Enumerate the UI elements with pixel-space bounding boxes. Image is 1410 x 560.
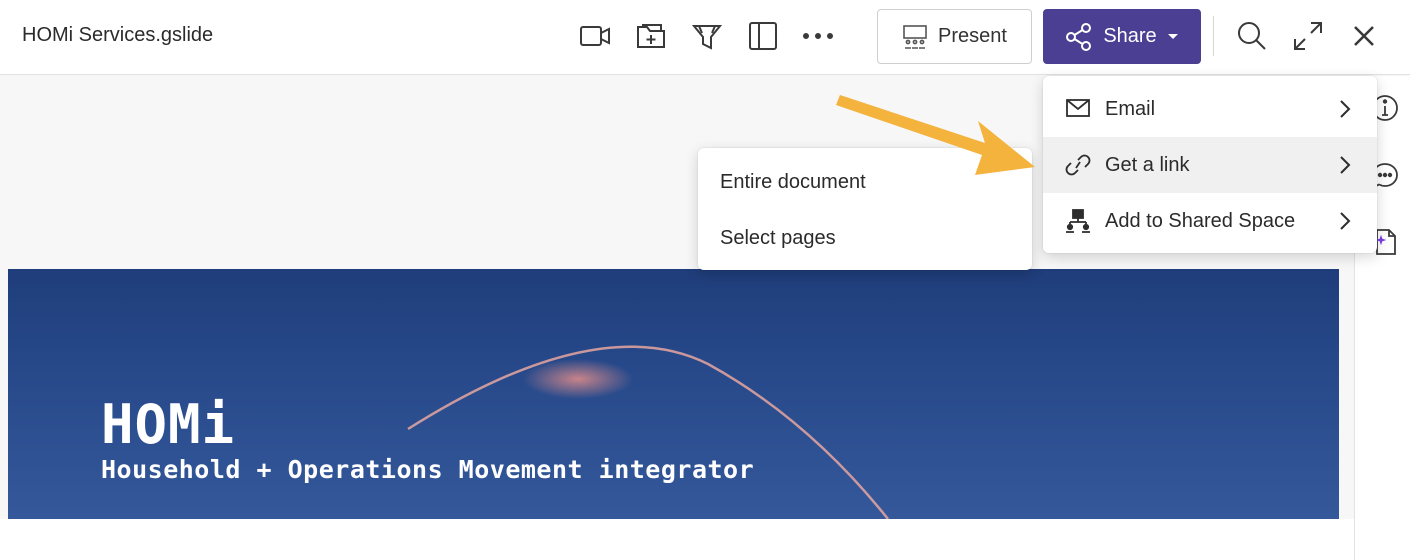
toolbar-divider — [1213, 16, 1214, 56]
sidebar-panel-icon[interactable] — [745, 18, 781, 54]
share-icon — [1066, 22, 1092, 51]
entire-document-option[interactable]: Entire document — [698, 153, 1032, 209]
email-label: Email — [1105, 97, 1156, 120]
link-icon — [1065, 153, 1091, 177]
presenter-icon — [903, 24, 927, 49]
share-dropdown-menu: Email Get a link Add to Shared Space — [1043, 76, 1377, 253]
search-icon[interactable] — [1234, 18, 1270, 54]
slide-title: HOMi — [101, 393, 236, 456]
chevron-right-icon — [1339, 211, 1351, 236]
get-link-submenu: Entire document Select pages — [698, 148, 1032, 270]
present-label: Present — [938, 25, 1007, 47]
video-icon[interactable] — [577, 18, 613, 54]
top-toolbar: HOMi Services.gslide Present Share — [0, 0, 1410, 75]
present-button[interactable]: Present — [877, 9, 1032, 64]
add-folder-icon[interactable] — [633, 18, 669, 54]
document-title: HOMi Services.gslide — [22, 24, 214, 46]
shared-space-icon — [1065, 209, 1091, 233]
mail-icon — [1065, 97, 1091, 121]
more-icon[interactable] — [800, 18, 836, 54]
caret-down-icon — [1167, 33, 1178, 39]
get-a-link-label: Get a link — [1105, 153, 1190, 176]
funnel-icon[interactable] — [689, 18, 725, 54]
chevron-right-icon — [1339, 99, 1351, 124]
menu-item-get-a-link[interactable]: Get a link — [1043, 137, 1377, 193]
chevron-right-icon — [1339, 155, 1351, 180]
select-pages-label: Select pages — [720, 227, 836, 249]
slide-preview[interactable]: HOMi Household + Operations Movement int… — [8, 269, 1339, 519]
select-pages-option[interactable]: Select pages — [698, 209, 1032, 265]
share-button[interactable]: Share — [1043, 9, 1201, 64]
close-icon[interactable] — [1346, 18, 1382, 54]
entire-document-label: Entire document — [720, 171, 866, 193]
menu-item-email[interactable]: Email — [1043, 81, 1377, 137]
share-label: Share — [1103, 25, 1157, 47]
slide-subtitle: Household + Operations Movement integrat… — [101, 455, 755, 484]
page-bottom-area — [0, 519, 1354, 560]
add-to-shared-space-label: Add to Shared Space — [1105, 209, 1296, 232]
expand-icon[interactable] — [1290, 18, 1326, 54]
menu-item-add-to-shared-space[interactable]: Add to Shared Space — [1043, 193, 1377, 249]
